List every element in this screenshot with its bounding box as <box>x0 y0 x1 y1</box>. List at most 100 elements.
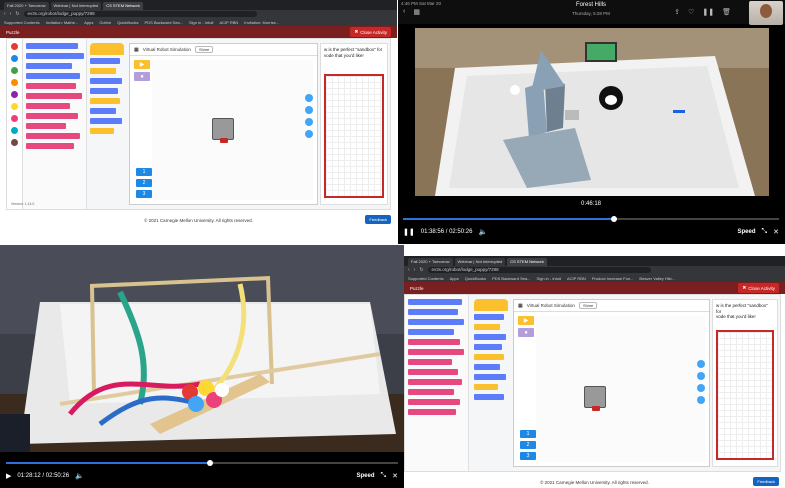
code-block[interactable] <box>408 319 464 325</box>
code-block[interactable] <box>474 334 506 340</box>
volume-icon[interactable]: 🔈 <box>478 228 487 236</box>
code-block[interactable] <box>408 369 458 375</box>
code-block[interactable] <box>26 63 72 69</box>
zoom-button[interactable] <box>697 372 705 380</box>
world-select[interactable]: Shine <box>578 302 598 309</box>
run-button[interactable]: ▶ <box>134 60 150 69</box>
code-block[interactable] <box>474 394 504 400</box>
reset-button[interactable]: ● <box>518 328 534 337</box>
bookmark[interactable]: Invitation: Mathe... <box>46 20 79 25</box>
code-block[interactable] <box>408 409 456 415</box>
bookmark[interactable]: Gdrive <box>99 20 111 25</box>
code-workspace[interactable] <box>87 39 127 209</box>
code-block[interactable] <box>474 354 504 360</box>
code-block[interactable] <box>474 384 498 390</box>
category-dot[interactable] <box>11 139 18 146</box>
code-block[interactable] <box>408 399 460 405</box>
tab-2[interactable]: Webinar | Not Interrupted <box>454 258 506 266</box>
category-dot[interactable] <box>11 127 18 134</box>
close-icon[interactable]: ✕ <box>773 228 779 236</box>
category-dot[interactable] <box>11 67 18 74</box>
code-block[interactable] <box>26 53 84 59</box>
camera-1-button[interactable]: 1 <box>520 430 536 438</box>
code-block[interactable] <box>26 143 74 149</box>
zoom-button[interactable] <box>697 396 705 404</box>
zoom-button[interactable] <box>305 130 313 138</box>
category-dot[interactable] <box>11 91 18 98</box>
code-workspace[interactable] <box>471 295 511 471</box>
tab-3[interactable]: CS STEM Network <box>507 258 547 266</box>
zoom-button[interactable] <box>305 94 313 102</box>
url-input[interactable]: ev3s.org/robot/lodge_puppy/7298 <box>23 11 257 17</box>
forward-icon[interactable]: › <box>10 10 12 18</box>
code-block[interactable] <box>90 98 120 104</box>
play-icon[interactable]: ▶ <box>6 472 11 480</box>
code-block[interactable] <box>408 299 462 305</box>
bookmark[interactable]: ACIP RBN <box>219 20 238 25</box>
category-dot[interactable] <box>11 79 18 86</box>
zoom-button[interactable] <box>305 106 313 114</box>
code-block[interactable] <box>26 103 70 109</box>
speed-button[interactable]: Speed <box>738 229 756 235</box>
bookmark[interactable]: PDS Backward Sea... <box>492 276 530 281</box>
code-block[interactable] <box>474 374 506 380</box>
speed-button[interactable]: Speed <box>357 473 375 479</box>
code-block[interactable] <box>474 324 500 330</box>
forward-icon[interactable]: › <box>414 266 416 274</box>
category-dot[interactable] <box>11 103 18 110</box>
bookmark[interactable]: Supported Contents <box>408 276 444 281</box>
tab-1[interactable]: Fall 2020 + Tomorrow <box>408 258 453 266</box>
code-block[interactable] <box>90 58 120 64</box>
back-icon[interactable]: ‹ <box>408 266 410 274</box>
code-block[interactable] <box>474 314 504 320</box>
bookmark[interactable]: Supported Contents <box>4 20 40 25</box>
category-dot[interactable] <box>11 55 18 62</box>
camera-1-button[interactable]: 1 <box>136 168 152 176</box>
collapse-icon[interactable]: ⤡ <box>762 228 768 236</box>
code-block[interactable] <box>408 349 464 355</box>
code-block[interactable] <box>90 118 122 124</box>
tab-2[interactable]: Webinar | Not Interrupted <box>50 2 102 10</box>
sim-floor[interactable] <box>536 316 705 462</box>
bookmark[interactable]: Invitation: Morrise... <box>244 20 279 25</box>
bookmark[interactable]: Sign in - Intuit <box>537 276 561 281</box>
run-button[interactable]: ▶ <box>518 316 534 325</box>
bookmark[interactable]: Beaver Valley Hiki... <box>639 276 675 281</box>
camera-2-button[interactable]: 2 <box>520 441 536 449</box>
code-block[interactable] <box>26 83 76 89</box>
start-block[interactable] <box>474 299 508 311</box>
tab-1[interactable]: Fall 2020 + Tomorrow <box>4 2 49 10</box>
code-block[interactable] <box>90 68 116 74</box>
close-activity-button[interactable]: ✖ Close Activity <box>738 283 779 293</box>
code-block[interactable] <box>26 123 66 129</box>
category-dot[interactable] <box>11 115 18 122</box>
code-block[interactable] <box>26 73 80 79</box>
code-block[interactable] <box>90 108 116 114</box>
code-block[interactable] <box>26 93 82 99</box>
feedback-button[interactable]: Feedback <box>753 477 779 486</box>
bookmark[interactable]: QuickBooks <box>465 276 486 281</box>
code-block[interactable] <box>90 88 118 94</box>
zoom-button[interactable] <box>697 384 705 392</box>
volume-icon[interactable]: 🔈 <box>75 472 84 480</box>
camera-3-button[interactable]: 3 <box>136 190 152 198</box>
bookmark[interactable]: Apps <box>450 276 459 281</box>
sim-floor[interactable] <box>152 60 313 200</box>
code-block[interactable] <box>26 113 78 119</box>
category-dot[interactable] <box>11 43 18 50</box>
close-activity-button[interactable]: ✖ Close Activity <box>350 27 391 37</box>
code-block[interactable] <box>408 309 458 315</box>
code-block[interactable] <box>408 359 452 365</box>
bookmark[interactable]: Product Increase Fun... <box>592 276 634 281</box>
camera-2-button[interactable]: 2 <box>136 179 152 187</box>
bookmark[interactable]: QuickBooks <box>117 20 138 25</box>
progress-track[interactable] <box>6 460 398 466</box>
start-block[interactable] <box>90 43 124 55</box>
code-block[interactable] <box>474 364 500 370</box>
bookmark[interactable]: Sign in - Intuit <box>189 20 213 25</box>
reset-button[interactable]: ● <box>134 72 150 81</box>
reload-icon[interactable]: ↻ <box>419 266 423 274</box>
camera-3-button[interactable]: 3 <box>520 452 536 460</box>
reload-icon[interactable]: ↻ <box>15 10 19 18</box>
pause-icon[interactable]: ❚❚ <box>403 228 415 236</box>
